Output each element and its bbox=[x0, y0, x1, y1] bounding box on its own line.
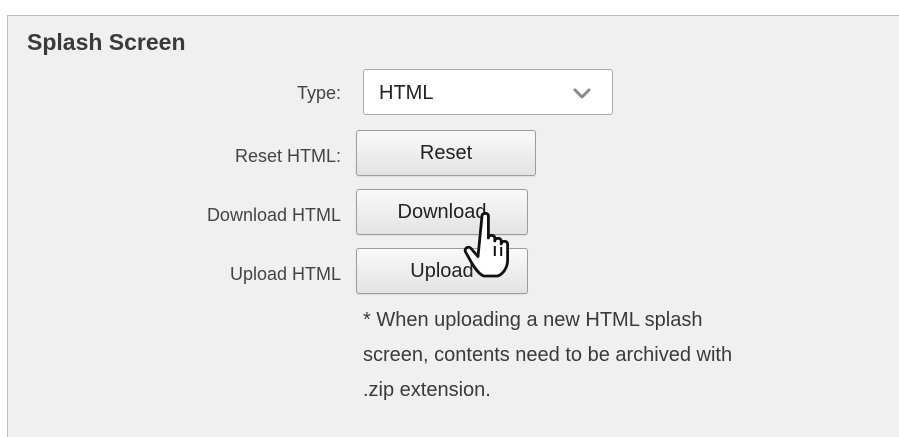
reset-html-label: Reset HTML: bbox=[234, 146, 341, 166]
type-select-value: HTML bbox=[379, 82, 434, 104]
download-html-label: Download HTML bbox=[206, 205, 341, 225]
upload-button[interactable]: Upload bbox=[356, 248, 528, 294]
splash-screen-panel: Splash Screen Type: HTML Reset HTML: Res… bbox=[7, 15, 899, 437]
upload-note: * When uploading a new HTML splash scree… bbox=[363, 303, 863, 408]
upload-note-line-2: screen, contents need to be archived wit… bbox=[363, 344, 733, 366]
type-select[interactable]: HTML bbox=[363, 69, 613, 115]
download-button[interactable]: Download bbox=[356, 189, 528, 235]
section-title: Splash Screen bbox=[27, 29, 186, 55]
reset-button[interactable]: Reset bbox=[356, 130, 536, 176]
type-label: Type: bbox=[296, 83, 341, 103]
upload-note-line-3: .zip extension. bbox=[363, 379, 491, 401]
chevron-down-icon bbox=[573, 88, 591, 99]
upload-html-label: Upload HTML bbox=[229, 264, 341, 284]
upload-note-line-1: * When uploading a new HTML splash bbox=[363, 309, 703, 331]
